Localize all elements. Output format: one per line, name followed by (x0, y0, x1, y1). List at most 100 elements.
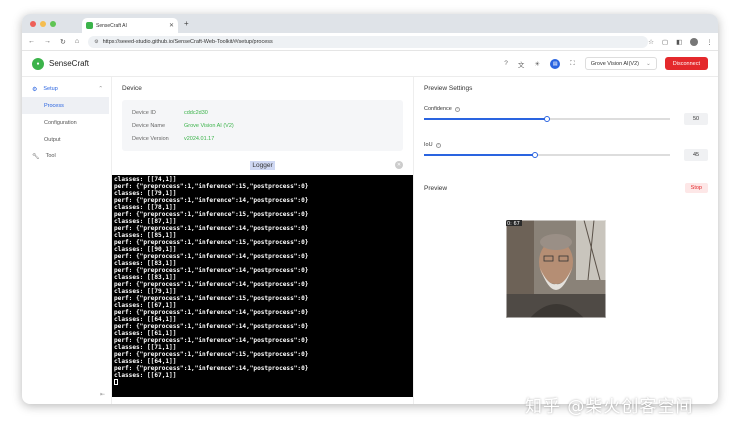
watermark-text: 知乎 @柴火创客空间 (525, 397, 694, 417)
logger-line: classes: [[87,1]] (114, 218, 177, 225)
tab-bar: SenseCraft AI ✕ + (22, 14, 718, 33)
app-header: ● SenseCraft ? 文 ☀ ▤ ⛶ Grove Vision AI(V… (22, 51, 718, 77)
device-info-value: cddc2d30 (184, 109, 208, 116)
logger-line: perf: {"preprocess":1,"inference":14,"po… (114, 225, 309, 232)
iou-label: IoU (424, 142, 433, 148)
logger-line: perf: {"preprocess":1,"inference":14,"po… (114, 281, 309, 288)
logger-line: perf: {"preprocess":1,"inference":14,"po… (114, 253, 309, 260)
device-select-value: Grove Vision AI(V2) (590, 60, 639, 67)
logger-line: classes: [[90,1]] (114, 246, 177, 253)
logger-line: classes: [[67,1]] (114, 302, 177, 309)
tab-close-icon[interactable]: ✕ (169, 22, 174, 29)
setup-gear-icon: ⚙ (32, 86, 38, 93)
url-field[interactable]: ⚙ https://seeed-studio.github.io/SenseCr… (88, 35, 649, 48)
help-circle-icon[interactable]: ? (435, 142, 441, 148)
logger-line: perf: {"preprocess":1,"inference":15,"po… (114, 295, 309, 302)
device-info-row: Device Version v2024.01.17 (132, 132, 393, 145)
sidebar-item-tool[interactable]: 🔧︎ Tool (22, 148, 111, 164)
address-bar-row: ← → ↻ ⌂ ⚙ https://seeed-studio.github.io… (22, 33, 718, 51)
home-icon[interactable]: ⌂ (75, 38, 79, 45)
iou-slider-handle[interactable] (531, 152, 538, 158)
iou-slider[interactable] (424, 152, 670, 158)
collapse-sidebar-icon[interactable]: ⇤ (100, 391, 105, 398)
logger-line: classes: [[64,1]] (114, 316, 177, 323)
logger-line: perf: {"preprocess":1,"inference":14,"po… (114, 309, 309, 316)
sidebar-item-output[interactable]: Output (22, 131, 111, 148)
logger-line: perf: {"preprocess":1,"inference":14,"po… (114, 267, 309, 274)
language-icon[interactable]: 文 (518, 59, 525, 69)
device-info-value: Grove Vision AI (V2) (184, 122, 234, 129)
logger-line: perf: {"preprocess":1,"inference":14,"po… (114, 365, 309, 372)
device-info-row: Device Name Grove Vision AI (V2) (132, 119, 393, 132)
logger-line: classes: [[79,1]] (114, 190, 177, 197)
logger-terminal[interactable]: classes: [[74,1]] perf: {"preprocess":1,"… (112, 175, 413, 397)
site-info-icon[interactable]: ⚙ (94, 39, 98, 45)
logger-line: classes: [[83,1]] (114, 274, 177, 281)
logger-line: perf: {"preprocess":1,"inference":14,"po… (114, 323, 309, 330)
preview-title: Preview (424, 184, 448, 192)
logger-line: perf: {"preprocess":1,"inference":15,"po… (114, 211, 309, 218)
maximize-window-icon[interactable] (50, 20, 56, 27)
confidence-value[interactable]: 50 (684, 113, 708, 125)
fullscreen-icon[interactable]: ⛶ (570, 60, 575, 68)
iou-slider-fill (424, 154, 535, 156)
device-icon[interactable]: ▤ (550, 58, 561, 69)
sidepanel-icon[interactable]: ◧ (676, 38, 682, 46)
logger-line: classes: [[74,1]] (114, 176, 177, 183)
device-info-row: Device ID cddc2d30 (132, 106, 393, 119)
back-icon[interactable]: ← (28, 38, 35, 45)
confidence-slider[interactable] (424, 116, 670, 122)
theme-icon[interactable]: ☀ (534, 60, 540, 68)
logger-line: perf: {"preprocess":1,"inference":15,"po… (114, 351, 309, 358)
stop-button[interactable]: Stop (684, 183, 708, 193)
logger-line: classes: [[83,1]] (114, 260, 177, 267)
preview-settings-title: Preview Settings (424, 85, 473, 92)
tool-icon: 🔧︎ (32, 153, 40, 160)
profile-avatar[interactable] (690, 37, 699, 46)
logger-line: classes: [[71,1]] (114, 344, 177, 351)
bookmark-star-icon[interactable]: ☆ (648, 38, 654, 46)
device-info-key: Device ID (132, 109, 156, 116)
help-icon[interactable]: ? (504, 60, 508, 67)
logger-line: classes: [[67,1]] (114, 372, 177, 379)
sidebar-item-process[interactable]: Process (22, 97, 109, 114)
device-panel: Device Device ID cddc2d30 Device Name Gr… (112, 77, 414, 404)
browser-tab[interactable]: SenseCraft AI ✕ (82, 18, 178, 33)
reload-icon[interactable]: ↻ (60, 38, 66, 46)
chevron-up-icon: ⌃ (98, 86, 103, 92)
detection-label: 0: 67 (507, 221, 520, 227)
logger-line: classes: [[78,1]] (114, 204, 177, 211)
device-info-key: Device Name (132, 122, 166, 129)
disconnect-button[interactable]: Disconnect (664, 57, 708, 70)
logger-line: perf: {"preprocess":1,"inference":14,"po… (114, 197, 309, 204)
browser-menu-icon[interactable]: ⋮ (706, 38, 713, 46)
confidence-slider-row: 50 (414, 112, 718, 126)
extensions-icon[interactable]: ▢ (662, 38, 668, 46)
tab-title: SenseCraft AI (96, 22, 127, 29)
minimize-window-icon[interactable] (40, 20, 46, 27)
logger-line: perf: {"preprocess":1,"inference":15,"po… (114, 239, 309, 246)
sidebar-item-label: Tool (45, 153, 56, 159)
device-info-key: Device Version (132, 135, 169, 142)
iou-value[interactable]: 45 (684, 149, 708, 161)
device-info-box: Device ID cddc2d30 Device Name Grove Vis… (122, 100, 403, 151)
logger-close-icon[interactable]: ✕ (395, 161, 403, 169)
device-select[interactable]: Grove Vision AI(V2) ⌄ (584, 57, 657, 70)
close-window-icon[interactable] (30, 20, 36, 27)
device-section-title: Device (122, 85, 142, 92)
sidebar-item-configuration[interactable]: Configuration (22, 114, 111, 131)
forward-icon[interactable]: → (44, 38, 51, 45)
confidence-slider-fill (424, 118, 547, 120)
logger-line: classes: [[79,1]] (114, 288, 177, 295)
favicon-icon (86, 22, 93, 29)
preview-header: Preview Stop (414, 180, 718, 196)
sidebar-item-setup[interactable]: ⚙ Setup ⌃ (22, 81, 111, 97)
logger-line: classes: [[64,1]] (114, 358, 177, 365)
logger-line: perf: {"preprocess":1,"inference":14,"po… (114, 337, 309, 344)
preview-panel: Preview Settings Confidence ? 50 IoU ? 4… (414, 77, 718, 404)
new-tab-icon[interactable]: + (184, 19, 189, 28)
help-circle-icon[interactable]: ? (454, 106, 460, 112)
logger-line: perf: {"preprocess":1,"inference":15,"po… (114, 183, 309, 190)
logger-header: Logger ✕ (112, 155, 413, 175)
confidence-slider-handle[interactable] (544, 116, 550, 122)
